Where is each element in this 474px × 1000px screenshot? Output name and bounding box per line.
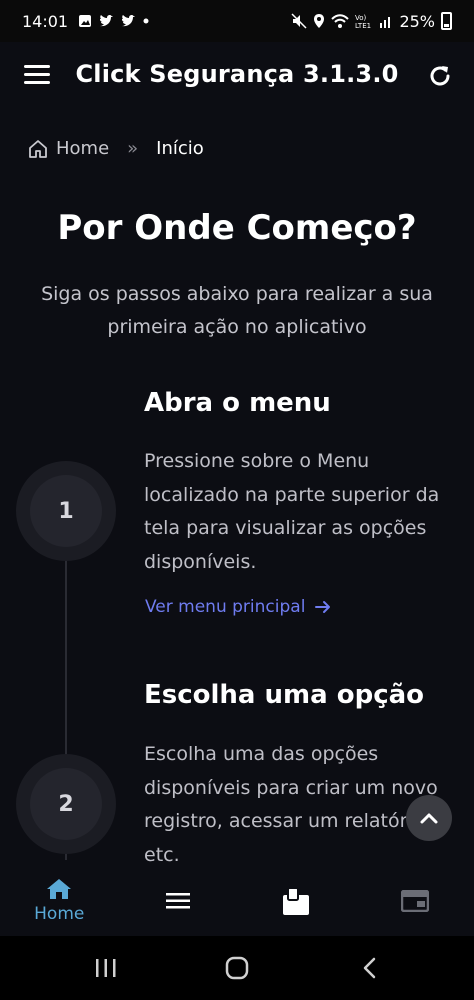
twitter-icon <box>122 15 136 27</box>
step-description: Pressione sobre o Menu localizado na par… <box>144 450 440 573</box>
breadcrumb-current: Início <box>156 138 204 159</box>
svg-text:Vo): Vo) <box>355 14 367 22</box>
browser-window-icon <box>400 890 429 912</box>
breadcrumb-separator: » <box>127 138 139 159</box>
battery-icon <box>441 12 452 30</box>
app-title: Click Segurança 3.1.3.0 <box>75 60 399 88</box>
step-number: 2 <box>30 768 102 840</box>
nav-item-label: Home <box>34 904 85 924</box>
home-outline-icon[interactable] <box>28 139 48 159</box>
menu-icon <box>165 893 190 909</box>
home-button-icon[interactable] <box>225 956 249 980</box>
step-description: Escolha uma das opções disponíveis para … <box>144 743 438 866</box>
notification-icons <box>78 14 150 28</box>
chevron-up-icon <box>420 813 438 824</box>
nav-item-home[interactable]: Home <box>0 866 119 936</box>
view-main-menu-link[interactable]: Ver menu principal <box>145 597 331 617</box>
bottom-navigation: Home <box>0 866 474 936</box>
step-title: Abra o menu <box>144 388 331 418</box>
signal-icon <box>380 17 391 28</box>
arrow-right-icon <box>315 601 331 613</box>
nav-item-menu[interactable] <box>119 866 238 936</box>
clipboard-icon <box>283 887 310 915</box>
app-header: Click Segurança 3.1.3.0 <box>0 42 474 112</box>
step-number-circle: 1 <box>16 461 116 561</box>
nav-item-window[interactable] <box>356 866 474 936</box>
nav-item-clipboard[interactable] <box>237 866 356 936</box>
dot-icon <box>143 18 149 24</box>
wifi-icon <box>331 14 350 28</box>
breadcrumb-home-link[interactable]: Home <box>56 138 109 159</box>
back-icon[interactable] <box>360 956 380 980</box>
page-subtitle: Siga os passos abaixo para realizar a su… <box>41 283 433 338</box>
step-title: Escolha uma opção <box>144 680 425 710</box>
step-link-label: Ver menu principal <box>145 597 306 617</box>
system-navigation-bar <box>0 936 474 1000</box>
scroll-to-top-button[interactable] <box>406 795 452 841</box>
step-number: 1 <box>30 475 102 547</box>
battery-percentage: 25% <box>399 11 435 31</box>
recent-apps-icon[interactable] <box>94 956 118 980</box>
page-title: Por Onde Começo? <box>57 208 417 248</box>
svg-text:LTE1: LTE1 <box>355 22 371 29</box>
status-bar: 14:01 Vo) LTE1 25% <box>0 0 474 42</box>
system-icons: Vo) LTE1 25% <box>291 12 452 31</box>
status-time: 14:01 <box>22 11 69 31</box>
mute-icon <box>291 13 307 29</box>
gallery-icon <box>79 15 92 27</box>
refresh-icon[interactable] <box>426 62 454 90</box>
breadcrumb: Home » Início <box>28 138 204 159</box>
twitter-icon <box>100 15 114 27</box>
step-number-circle: 2 <box>16 754 116 854</box>
volte-icon: Vo)LTE1 <box>355 14 371 29</box>
home-icon <box>47 879 72 899</box>
location-icon <box>314 14 325 28</box>
